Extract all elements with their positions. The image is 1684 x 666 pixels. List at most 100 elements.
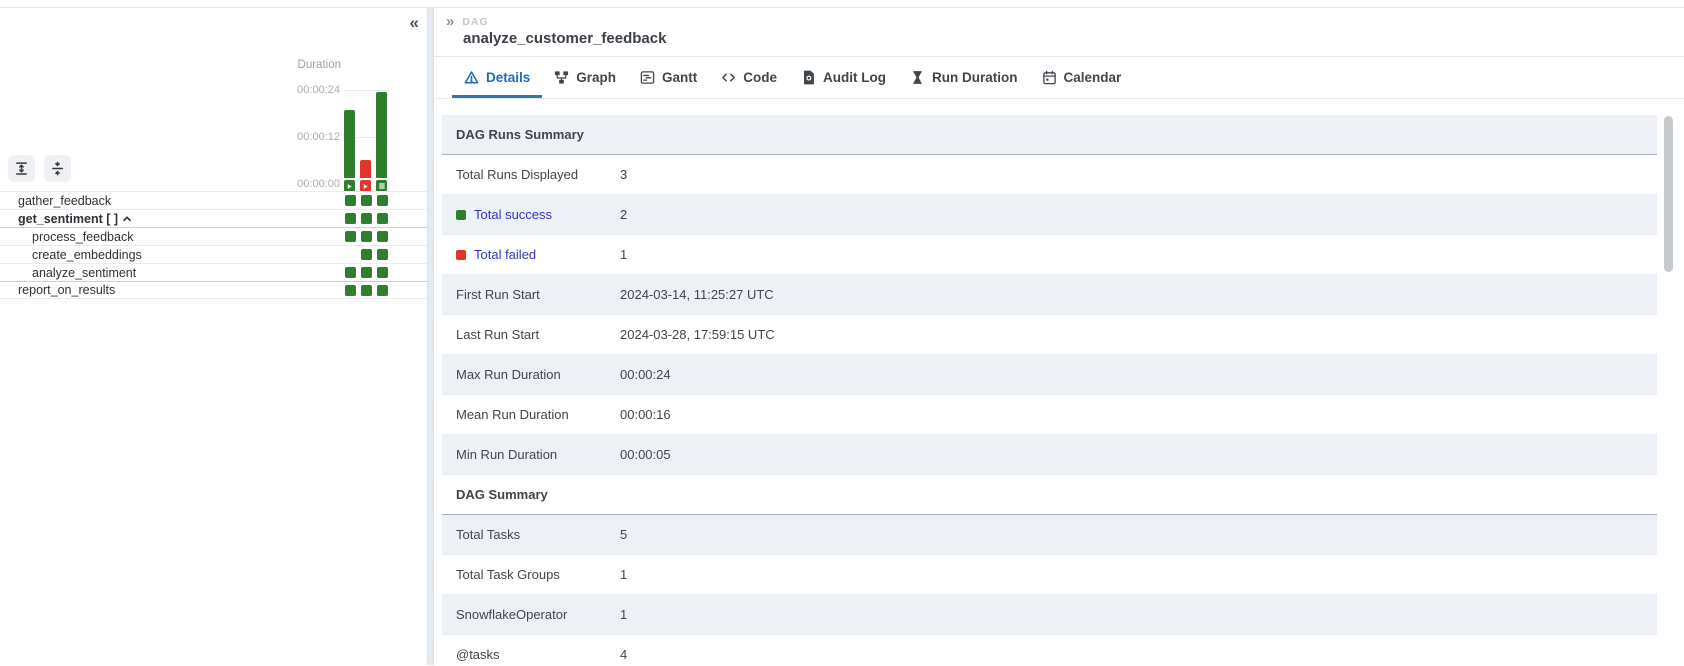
details-content: DAG Runs Summary Total Runs Displayed3 Tot… xyxy=(434,99,1684,666)
task-name: report_on_results xyxy=(18,283,115,297)
task-instance-square[interactable] xyxy=(361,249,372,260)
row-value: 3 xyxy=(620,167,627,182)
row-value: 1 xyxy=(620,567,627,582)
row-label: Mean Run Duration xyxy=(456,407,620,422)
top-nav-border xyxy=(0,0,1684,8)
scrollbar-thumb[interactable] xyxy=(1664,116,1673,272)
breadcrumb: » DAG xyxy=(434,8,1684,29)
run-duration-bar[interactable] xyxy=(360,160,371,178)
tab-label: Run Duration xyxy=(932,70,1018,85)
run-duration-bars xyxy=(344,92,387,178)
chevrons-left-icon[interactable]: « xyxy=(410,12,419,34)
tab-label: Details xyxy=(486,70,530,85)
row-value: 5 xyxy=(620,527,627,542)
task-row: report_on_results xyxy=(0,281,427,299)
task-instance-square[interactable] xyxy=(361,231,372,242)
row-value: 1 xyxy=(620,607,627,622)
y-tick-label: 00:00:00 xyxy=(297,178,340,190)
task-row: get_sentiment [ ] xyxy=(0,209,427,227)
task-instance-square[interactable] xyxy=(361,195,372,206)
tab-label: Code xyxy=(743,70,777,85)
task-instance-square[interactable] xyxy=(361,285,372,296)
row-value: 00:00:24 xyxy=(620,367,671,382)
section-header-row: DAG Summary xyxy=(442,475,1657,515)
tab-run-duration[interactable]: Run Duration xyxy=(898,57,1030,98)
filter-link-total-success[interactable]: Total success xyxy=(456,207,620,222)
details-panel: » DAG analyze_customer_feedback Details G… xyxy=(434,8,1684,665)
gridline xyxy=(344,90,388,91)
task-instance-square[interactable] xyxy=(377,285,388,296)
task-instance-square[interactable] xyxy=(377,231,388,242)
tab-details[interactable]: Details xyxy=(452,57,542,98)
details-header: » DAG analyze_customer_feedback xyxy=(434,8,1684,57)
hourglass-icon xyxy=(910,70,925,85)
tab-label: Gantt xyxy=(662,70,697,85)
row-label: Total Runs Displayed xyxy=(456,167,620,182)
task-instance-square[interactable] xyxy=(377,267,388,278)
task-name: get_sentiment [ ] xyxy=(18,212,118,226)
tab-graph[interactable]: Graph xyxy=(542,57,628,98)
task-label-gather-feedback[interactable]: gather_feedback xyxy=(0,194,111,208)
tab-audit-log[interactable]: Audit Log xyxy=(789,57,898,98)
task-instance-square[interactable] xyxy=(345,285,356,296)
task-instance-square[interactable] xyxy=(345,195,356,206)
task-instances xyxy=(345,195,388,206)
calendar-icon xyxy=(1042,70,1057,85)
summary-row: First Run Start2024-03-14, 11:25:27 UTC xyxy=(442,275,1657,315)
chevrons-right-icon: » xyxy=(446,15,454,29)
task-instance-square[interactable] xyxy=(377,213,388,224)
task-row: process_feedback xyxy=(0,227,427,245)
page-title: analyze_customer_feedback xyxy=(463,30,1684,47)
task-row: analyze_sentiment xyxy=(0,263,427,281)
row-label: Total success xyxy=(474,207,552,222)
run-duration-bar[interactable] xyxy=(376,92,387,178)
row-label: DAG Summary xyxy=(456,487,620,502)
panel-resizer[interactable] xyxy=(427,8,434,665)
task-instances xyxy=(345,231,388,242)
task-instances xyxy=(345,213,388,224)
filter-link-total-failed[interactable]: Total failed xyxy=(456,247,620,262)
row-label: Total failed xyxy=(474,247,536,262)
tab-calendar[interactable]: Calendar xyxy=(1030,57,1134,98)
task-list: gather_feedback get_sentiment [ ] process_… xyxy=(0,191,427,299)
task-instance-square[interactable] xyxy=(345,213,356,224)
task-instances xyxy=(345,267,388,278)
task-label-create-embeddings[interactable]: create_embeddings xyxy=(0,248,142,262)
task-instance-square[interactable] xyxy=(361,213,372,224)
summary-row: Max Run Duration00:00:24 xyxy=(442,355,1657,395)
y-tick-label: 00:00:24 xyxy=(297,84,340,96)
task-instance-square[interactable] xyxy=(377,195,388,206)
task-name: create_embeddings xyxy=(32,248,142,262)
summary-row: Total Task Groups1 xyxy=(442,555,1657,595)
row-label: @tasks xyxy=(456,647,620,662)
code-icon xyxy=(721,70,736,85)
task-instance-square[interactable] xyxy=(377,249,388,260)
tab-code[interactable]: Code xyxy=(709,57,789,98)
task-label-get-sentiment[interactable]: get_sentiment [ ] xyxy=(0,212,132,226)
chevron-up-icon[interactable] xyxy=(122,214,132,224)
summary-row: Total failed1 xyxy=(442,235,1657,275)
run-duration-bar[interactable] xyxy=(344,110,355,178)
summary-row: Min Run Duration00:00:05 xyxy=(442,435,1657,475)
row-value: 2 xyxy=(620,207,627,222)
collapse-rows-button[interactable] xyxy=(44,155,71,182)
task-label-process-feedback[interactable]: process_feedback xyxy=(0,230,133,244)
task-row: gather_feedback xyxy=(0,191,427,209)
task-label-report-on-results[interactable]: report_on_results xyxy=(0,283,115,297)
summary-row: SnowflakeOperator1 xyxy=(442,595,1657,635)
summary-table: DAG Runs Summary Total Runs Displayed3 Tot… xyxy=(442,115,1657,666)
task-name: analyze_sentiment xyxy=(32,266,136,280)
summary-row: Total Tasks5 xyxy=(442,515,1657,555)
summary-row: Total success 2 xyxy=(442,195,1657,235)
task-instance-square[interactable] xyxy=(361,267,372,278)
gantt-icon xyxy=(640,70,655,85)
task-label-analyze-sentiment[interactable]: analyze_sentiment xyxy=(0,266,136,280)
tab-gantt[interactable]: Gantt xyxy=(628,57,709,98)
expand-rows-button[interactable] xyxy=(8,155,35,182)
row-label: DAG Runs Summary xyxy=(456,127,620,142)
warning-triangle-icon xyxy=(464,70,479,85)
tab-bar: Details Graph Gantt Code Audit Log Run Durati… xyxy=(434,57,1684,99)
task-instance-square[interactable] xyxy=(345,267,356,278)
row-value: 2024-03-14, 11:25:27 UTC xyxy=(620,287,774,302)
task-instance-square[interactable] xyxy=(345,231,356,242)
